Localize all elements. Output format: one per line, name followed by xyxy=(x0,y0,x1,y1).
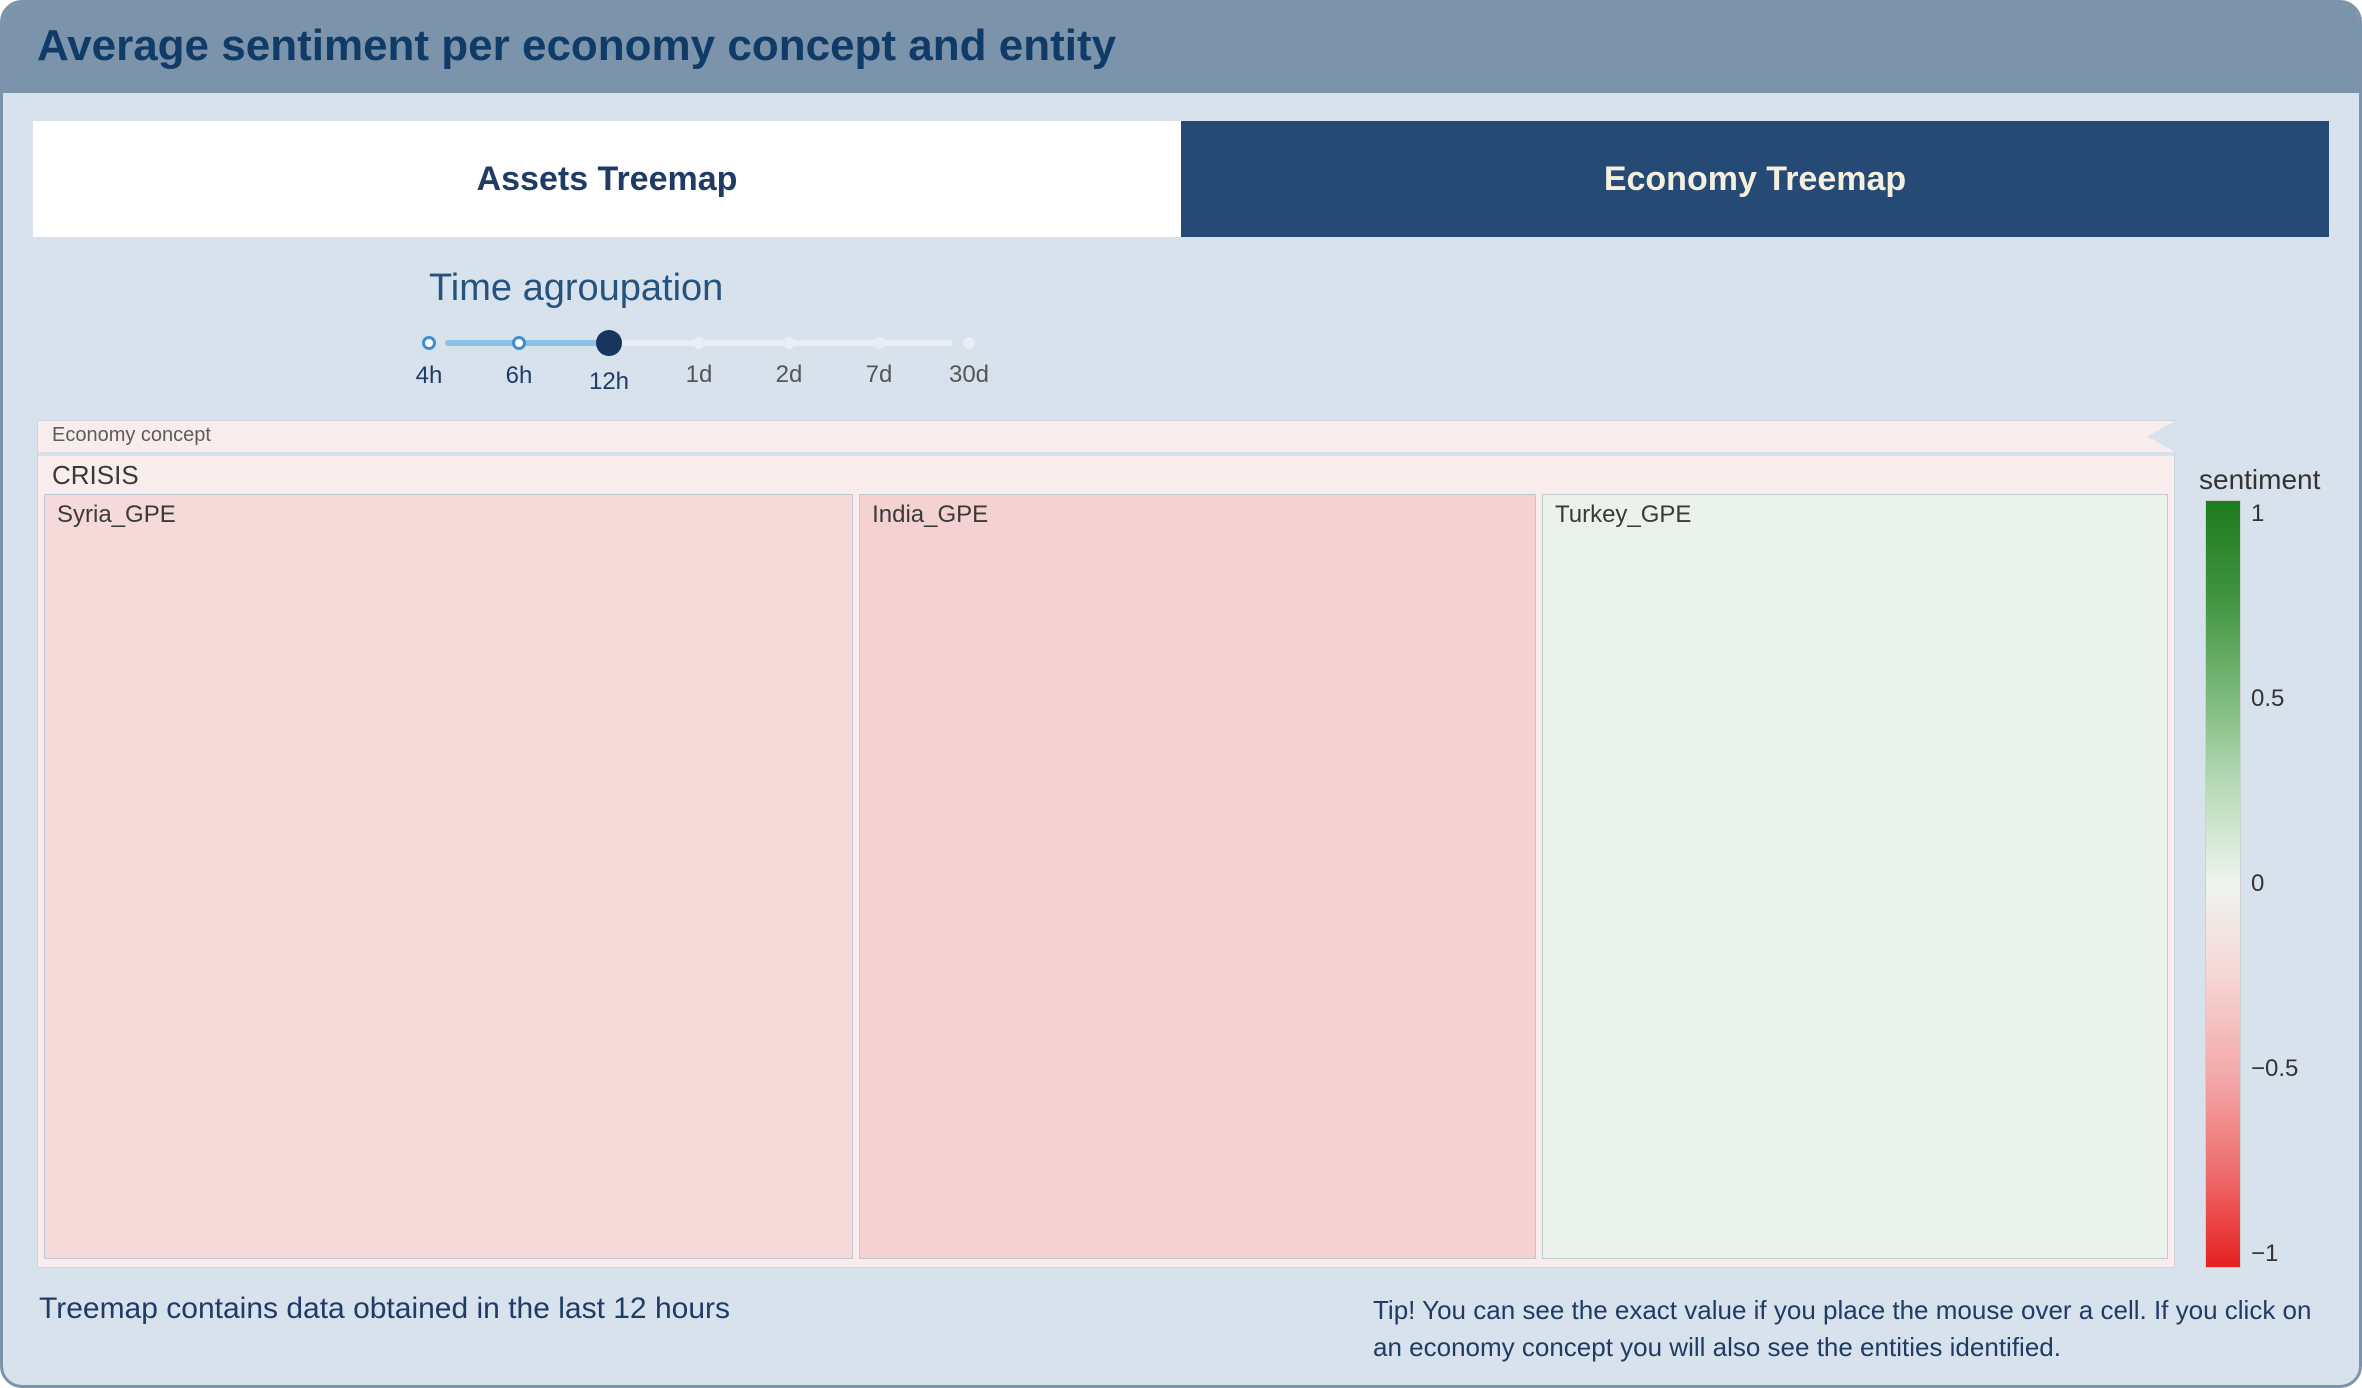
chart-row: Economy concept CRISIS Syria_GPEIndia_GP… xyxy=(33,420,2329,1268)
slider-stop-label: 30d xyxy=(949,361,989,389)
panel-header: Average sentiment per economy concept an… xyxy=(3,3,2359,93)
legend-colorbar xyxy=(2205,500,2241,1268)
treemap-cells: Syria_GPEIndia_GPETurkey_GPE xyxy=(38,493,2174,1267)
slider-handle[interactable] xyxy=(596,330,622,356)
legend-tick: 0 xyxy=(2251,870,2298,898)
slider-stops: 4h6h12h1d2d7d30d xyxy=(429,328,969,398)
legend-tick: −1 xyxy=(2251,1240,2298,1268)
treemap[interactable]: Economy concept CRISIS Syria_GPEIndia_GP… xyxy=(37,420,2175,1268)
treemap-cell[interactable]: India_GPE xyxy=(859,494,1536,1259)
slider-stop-label: 2d xyxy=(776,361,803,389)
panel-body: Assets Treemap Economy Treemap Time agro… xyxy=(3,93,2359,1385)
tab-bar: Assets Treemap Economy Treemap xyxy=(33,121,2329,237)
treemap-cell[interactable]: Syria_GPE xyxy=(44,494,853,1259)
legend-body: 1 0.5 0 −0.5 −1 xyxy=(2205,500,2298,1268)
tab-economy-treemap[interactable]: Economy Treemap xyxy=(1181,121,2329,237)
tab-label: Assets Treemap xyxy=(477,160,738,199)
slider-dot[interactable] xyxy=(963,337,975,349)
tab-assets-treemap[interactable]: Assets Treemap xyxy=(33,121,1181,237)
sentiment-panel: Average sentiment per economy concept an… xyxy=(0,0,2362,1388)
slider-dot[interactable] xyxy=(873,337,885,349)
legend-tick: 0.5 xyxy=(2251,685,2298,713)
page-title: Average sentiment per economy concept an… xyxy=(37,21,2325,71)
slider-stop-label: 7d xyxy=(866,361,893,389)
treemap-group-label[interactable]: CRISIS xyxy=(38,456,2174,493)
legend-tick: 1 xyxy=(2251,500,2298,528)
legend-tick: −0.5 xyxy=(2251,1055,2298,1083)
slider-dot[interactable] xyxy=(693,337,705,349)
panel-footer: Treemap contains data obtained in the la… xyxy=(33,1268,2329,1367)
slider-stop-label: 4h xyxy=(416,362,443,390)
slider-dot[interactable] xyxy=(422,336,436,350)
slider-dot[interactable] xyxy=(512,336,526,350)
tab-label: Economy Treemap xyxy=(1604,160,1906,199)
slider-stop-label: 12h xyxy=(589,368,629,396)
legend-ticks: 1 0.5 0 −0.5 −1 xyxy=(2251,500,2298,1268)
time-agroupation-title: Time agroupation xyxy=(429,267,2329,310)
slider-dot[interactable] xyxy=(783,337,795,349)
legend-title: sentiment xyxy=(2199,464,2320,496)
color-legend: sentiment 10.50−0.5−1 xyxy=(2205,420,2325,1268)
footer-tip: Tip! You can see the exact value if you … xyxy=(1373,1292,2323,1367)
treemap-cell[interactable]: Turkey_GPE xyxy=(1542,494,2168,1259)
slider-stop-label: 1d xyxy=(686,361,713,389)
treemap-breadcrumb[interactable]: Economy concept xyxy=(38,421,2174,452)
slider-stop-label: 6h xyxy=(506,362,533,390)
time-agroupation-slider[interactable]: 4h6h12h1d2d7d30d xyxy=(429,328,969,398)
time-agroupation-block: Time agroupation 4h 6h 12h 1d 2d 7d 30d xyxy=(33,237,2329,420)
footer-status: Treemap contains data obtained in the la… xyxy=(39,1292,730,1326)
